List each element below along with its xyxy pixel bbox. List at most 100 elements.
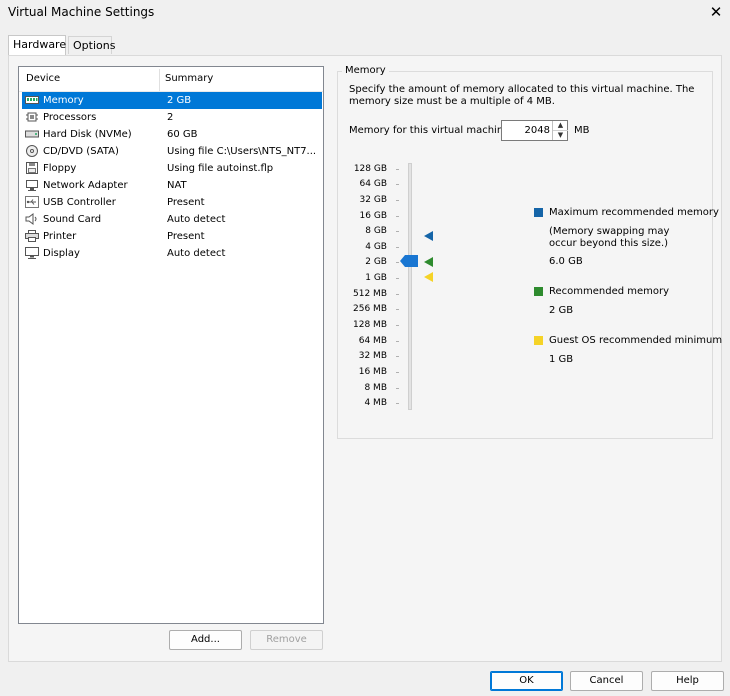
scale-label: 32 GB: [359, 195, 387, 205]
memory-field-label: Memory for this virtual machine:: [349, 125, 513, 136]
scale-label: 8 GB: [365, 226, 387, 236]
scale-tick: [396, 216, 399, 217]
device-summary: Using file C:\Users\NTS_NT7...: [167, 146, 317, 157]
scale-label: 4 GB: [365, 242, 387, 252]
scale-tick: [396, 341, 399, 342]
scale-label: 32 MB: [358, 351, 387, 361]
scale-tick: [396, 356, 399, 357]
device-summary: Auto detect: [167, 214, 226, 225]
scale-label: 64 MB: [358, 336, 387, 346]
device-row-floppy[interactable]: Floppy Using file autoinst.flp: [22, 160, 322, 177]
device-list[interactable]: Device Summary Memory 2 GB Processors 2 …: [18, 66, 324, 624]
device-summary: Present: [167, 231, 205, 242]
device-name: Network Adapter: [43, 180, 128, 191]
scale-tick: [396, 372, 399, 373]
stepper-buttons: ▲ ▼: [552, 121, 568, 140]
device-row-printer[interactable]: Printer Present: [22, 228, 322, 245]
device-row-memory[interactable]: Memory 2 GB: [22, 92, 322, 109]
remove-button[interactable]: Remove: [250, 630, 323, 650]
usb-icon: [25, 196, 39, 208]
scale-label: 1 GB: [365, 273, 387, 283]
cancel-button[interactable]: Cancel: [570, 671, 643, 691]
scale-tick: [396, 169, 399, 170]
device-row-cd-dvd[interactable]: CD/DVD (SATA) Using file C:\Users\NTS_NT…: [22, 143, 322, 160]
memory-stepper[interactable]: 2048 ▲ ▼: [501, 120, 568, 141]
cd-dvd-icon: [26, 145, 38, 157]
device-name: Display: [43, 248, 80, 259]
device-summary: 60 GB: [167, 129, 198, 140]
recommended-value: 2 GB: [549, 305, 574, 316]
stepper-down-icon[interactable]: ▼: [553, 131, 568, 140]
scale-tick: [396, 231, 399, 232]
minimum-title: Guest OS recommended minimum: [549, 335, 723, 346]
scale-tick: [396, 247, 399, 248]
recommended-marker-icon: [424, 257, 433, 267]
column-divider[interactable]: [159, 69, 160, 91]
hard-disk-icon: [25, 130, 39, 138]
tab-options[interactable]: Options: [68, 36, 115, 54]
printer-icon: [25, 230, 39, 242]
device-row-sound-card[interactable]: Sound Card Auto detect: [22, 211, 322, 228]
speaker-icon: [25, 213, 37, 225]
device-summary: NAT: [167, 180, 187, 191]
add-button[interactable]: Add...: [169, 630, 242, 650]
scale-label: 4 MB: [364, 398, 387, 408]
memory-icon: [25, 96, 39, 104]
device-row-usb-controller[interactable]: USB Controller Present: [22, 194, 322, 211]
device-row-display[interactable]: Display Auto detect: [22, 245, 322, 262]
device-name: Sound Card: [43, 214, 102, 225]
minimum-swatch: [534, 336, 543, 345]
device-row-processors[interactable]: Processors 2: [22, 109, 322, 126]
scale-tick: [396, 403, 399, 404]
scale-tick: [396, 388, 399, 389]
column-header-device[interactable]: Device: [26, 67, 60, 91]
ok-button[interactable]: OK: [490, 671, 563, 691]
device-name: USB Controller: [43, 197, 116, 208]
close-icon[interactable]: ✕: [706, 2, 726, 22]
max-recommended-title: Maximum recommended memory: [549, 207, 719, 218]
device-row-hard-disk[interactable]: Hard Disk (NVMe) 60 GB: [22, 126, 322, 143]
device-summary: 2 GB: [167, 95, 192, 106]
scale-tick: [396, 325, 399, 326]
device-name: CD/DVD (SATA): [43, 146, 119, 157]
scale-label: 8 MB: [364, 383, 387, 393]
max-recommended-swatch: [534, 208, 543, 217]
network-adapter-icon: [26, 180, 38, 191]
minimum-value: 1 GB: [549, 354, 574, 365]
tab-hardware[interactable]: Hardware: [8, 35, 66, 56]
device-name: Hard Disk (NVMe): [43, 129, 132, 140]
memory-slider-thumb[interactable]: [400, 255, 418, 267]
scale-label: 2 GB: [365, 257, 387, 267]
scale-tick: [396, 309, 399, 310]
device-summary: Present: [167, 197, 205, 208]
scale-label: 512 MB: [353, 289, 387, 299]
memory-input[interactable]: 2048: [502, 121, 550, 140]
memory-description: Specify the amount of memory allocated t…: [349, 84, 695, 107]
scale-label: 16 GB: [359, 211, 387, 221]
help-button[interactable]: Help: [651, 671, 724, 691]
device-name: Memory: [43, 95, 84, 106]
device-row-network-adapter[interactable]: Network Adapter NAT: [22, 177, 322, 194]
scale-label: 64 GB: [359, 179, 387, 189]
max-recommended-marker-icon: [424, 231, 433, 241]
floppy-icon: [26, 162, 38, 174]
memory-group-title: Memory: [342, 65, 389, 76]
scale-tick: [396, 262, 399, 263]
scale-label: 16 MB: [358, 367, 387, 377]
recommended-title: Recommended memory: [549, 286, 670, 297]
scale-tick: [396, 184, 399, 185]
window-title: Virtual Machine Settings: [8, 5, 155, 19]
scale-label: 256 MB: [353, 304, 387, 314]
scale-tick: [396, 294, 399, 295]
scale-tick: [396, 200, 399, 201]
max-recommended-value: 6.0 GB: [549, 256, 583, 267]
device-name: Printer: [43, 231, 77, 242]
device-summary: 2: [167, 112, 174, 123]
memory-slider-track[interactable]: [408, 163, 412, 410]
processor-icon: [26, 112, 38, 122]
column-header-summary[interactable]: Summary: [165, 67, 213, 91]
display-icon: [25, 247, 39, 259]
scale-label: 128 GB: [353, 164, 387, 174]
stepper-up-icon[interactable]: ▲: [553, 121, 568, 131]
title-bar: Virtual Machine Settings ✕: [0, 0, 730, 28]
